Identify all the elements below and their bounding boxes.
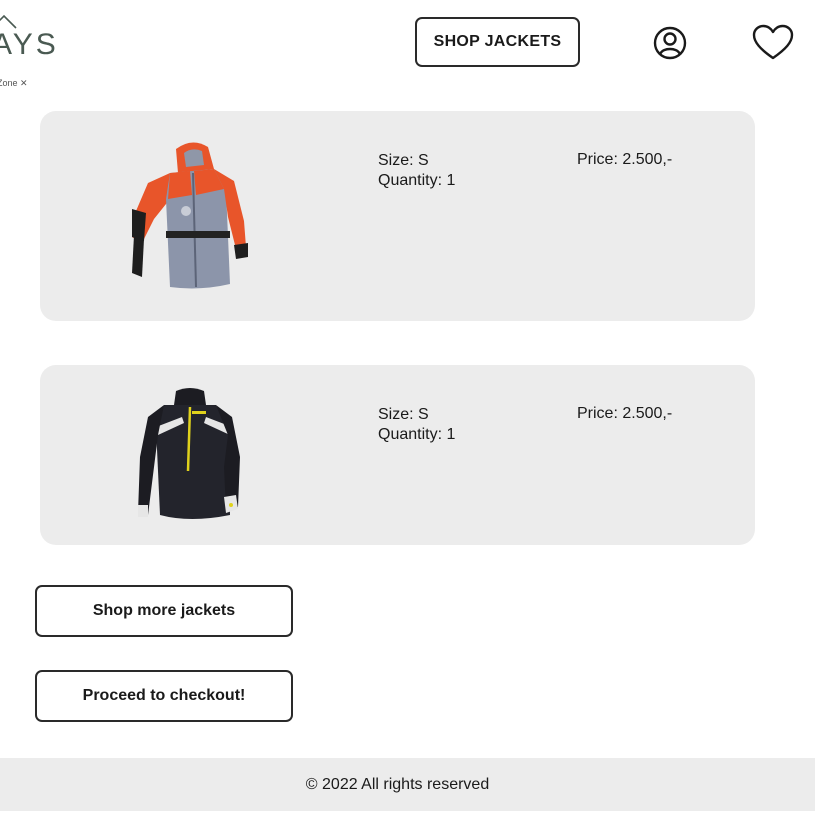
shop-more-jackets-button[interactable]: Shop more jackets: [35, 585, 293, 637]
heart-icon[interactable]: [752, 24, 794, 62]
item-price: Price: 2.500,-: [577, 405, 673, 422]
proceed-to-checkout-button[interactable]: Proceed to checkout!: [35, 670, 293, 722]
cart-page: AYS t Zone ✕ SHOP JACKETS: [0, 0, 815, 815]
item-price: Price: 2.500,-: [577, 151, 673, 168]
item-details: Size: S Quantity: 1: [378, 405, 455, 445]
item-quantity: Quantity: 1: [378, 426, 456, 443]
brand-logo[interactable]: AYS t Zone ✕: [0, 6, 56, 88]
item-quantity: Quantity: 1: [378, 172, 456, 189]
orange-grey-jacket-image[interactable]: [130, 139, 250, 294]
item-details: Size: S Quantity: 1: [378, 151, 455, 191]
logo-text: AYS: [0, 28, 59, 61]
item-size: Size: S: [378, 152, 429, 169]
black-jacket-image[interactable]: [136, 387, 244, 523]
logo-subtitle: t Zone ✕: [0, 78, 28, 88]
cart-item: Size: S Quantity: 1 Price: 2.500,-: [40, 111, 755, 321]
cart-item: Size: S Quantity: 1 Price: 2.500,-: [40, 365, 755, 545]
footer: © 2022 All rights reserved: [0, 758, 815, 811]
copyright-text: © 2022 All rights reserved: [305, 775, 490, 793]
shop-jackets-button[interactable]: SHOP JACKETS: [415, 17, 580, 67]
item-size: Size: S: [378, 406, 429, 423]
account-icon[interactable]: [652, 25, 688, 61]
